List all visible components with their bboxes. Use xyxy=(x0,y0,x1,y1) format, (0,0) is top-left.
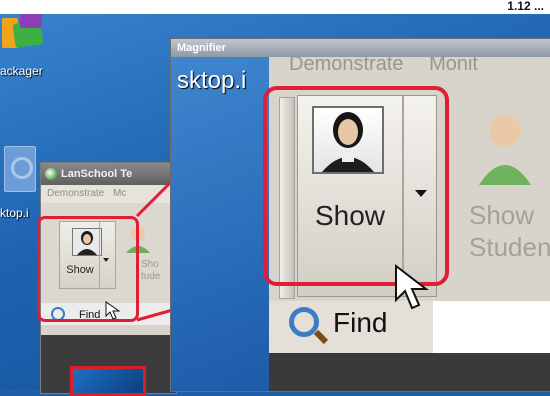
file-icon[interactable] xyxy=(4,146,36,192)
lanschool-logo-icon xyxy=(45,168,57,180)
magnified-thumbnail-area xyxy=(269,353,550,391)
mouse-cursor-icon xyxy=(105,301,121,320)
magnified-find-label: Find xyxy=(333,307,388,338)
lanschool-menubar: Demonstrate Mc xyxy=(41,185,176,203)
lanschool-title: LanSchool Te xyxy=(61,168,133,180)
magnified-show-student-label: Show Student xyxy=(469,200,550,262)
magnifier-titlebar[interactable]: Magnifier xyxy=(171,39,550,57)
lanschool-titlebar[interactable]: LanSchool Te xyxy=(41,163,176,185)
magnified-mouse-cursor-icon xyxy=(395,263,429,310)
top-strip: 1.12 ... xyxy=(0,0,550,14)
magnified-desktop-text: sktop.i xyxy=(177,67,247,94)
desktop-icon-label-packager[interactable]: ackager xyxy=(0,64,43,78)
student-thumbnail[interactable] xyxy=(70,366,146,396)
show-student-label: Sho tude xyxy=(141,259,161,282)
magnified-desktop: sktop.i xyxy=(171,57,269,391)
magnified-highlight-box xyxy=(263,86,449,286)
magnifier-title: Magnifier xyxy=(177,42,226,54)
magnified-menu-monitor[interactable]: Monit xyxy=(429,57,478,75)
student-avatar-icon xyxy=(479,115,531,185)
magnifying-glass-icon xyxy=(289,307,319,337)
menu-item-monitor[interactable]: Mc xyxy=(113,188,126,199)
top-strip-text: 1.12 ... xyxy=(507,0,544,13)
magnified-menu-demonstrate[interactable]: Demonstrate xyxy=(289,57,404,75)
desktop-icon-label-file[interactable]: ktop.i xyxy=(0,206,29,220)
magnified-menubar: Demonstrate Monit xyxy=(269,57,550,81)
packager-icon[interactable] xyxy=(0,12,46,56)
magnified-show-student-button[interactable]: Show Student xyxy=(449,95,550,295)
menu-item-demonstrate[interactable]: Demonstrate xyxy=(47,188,104,199)
